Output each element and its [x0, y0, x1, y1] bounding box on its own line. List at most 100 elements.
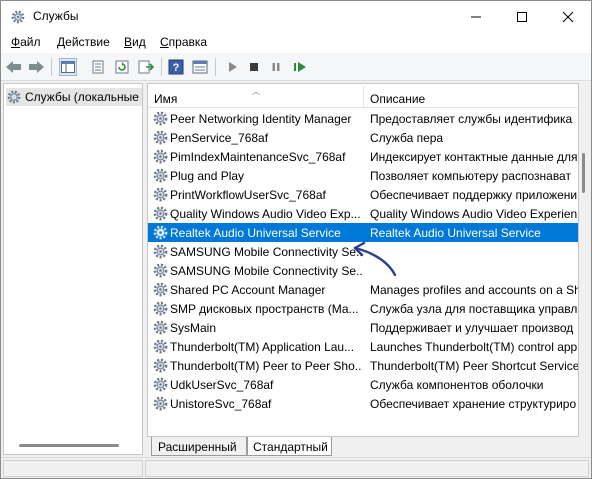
- service-name: Thunderbolt(TM) Peer to Peer Sho...: [170, 359, 362, 373]
- close-icon: [562, 11, 574, 22]
- back-icon: [6, 61, 21, 73]
- pause-service-button[interactable]: [267, 58, 285, 76]
- services-window: Службы Файл Действие Вид Справка ? Служб…: [0, 0, 592, 479]
- tab-standard[interactable]: Стандартный: [247, 437, 332, 456]
- service-name: SAMSUNG Mobile Connectivity Se...: [170, 245, 362, 259]
- help-button[interactable]: ?: [167, 58, 185, 76]
- status-cell: [145, 460, 589, 477]
- window-title: Службы: [33, 9, 79, 23]
- table-row[interactable]: Thunderbolt(TM) Peer to Peer Sho... Thund…: [148, 356, 579, 375]
- start-service-button[interactable]: [223, 58, 241, 76]
- service-gear-icon: [153, 168, 168, 183]
- service-gear-icon: [153, 130, 168, 145]
- service-gear-icon: [153, 339, 168, 354]
- show-tree-button[interactable]: [59, 58, 77, 76]
- refresh-icon: [115, 60, 129, 74]
- menu-file[interactable]: Файл: [11, 35, 41, 49]
- table-row[interactable]: PenService_768af Служба пера: [148, 128, 578, 147]
- menu-bar: Файл Действие Вид Справка: [1, 32, 591, 53]
- service-description: Launches Thunderbolt(TM) control app: [370, 340, 578, 354]
- gear-icon: [7, 90, 21, 104]
- restart-icon: [294, 62, 306, 72]
- toolbar: ?: [1, 53, 591, 81]
- service-name: SAMSUNG Mobile Connectivity Se...: [170, 264, 362, 278]
- export-list-icon: [92, 60, 104, 74]
- tree-scrollbar[interactable]: [19, 444, 119, 447]
- table-row[interactable]: Peer Networking Identity Manager Предоста…: [148, 109, 578, 128]
- minimize-button[interactable]: [453, 1, 499, 32]
- tab-extended[interactable]: Расширенный: [151, 437, 247, 456]
- list-header: ︿ Имя Описание: [148, 84, 578, 108]
- table-row[interactable]: Thunderbolt(TM) Application Lau... Launch…: [148, 337, 578, 356]
- table-row[interactable]: PrintWorkflowUserSvc_768af Обеспечивает п…: [148, 185, 578, 204]
- service-description: Индексирует контактные данные для: [370, 150, 578, 164]
- table-row[interactable]: Shared PC Account Manager Manages profile…: [148, 280, 579, 299]
- refresh-button[interactable]: [113, 58, 131, 76]
- service-name: UnistoreSvc_768af: [170, 397, 272, 411]
- menu-view[interactable]: Вид: [124, 35, 146, 49]
- service-name: Thunderbolt(TM) Application Lau...: [170, 340, 355, 354]
- start-icon: [229, 62, 237, 72]
- table-row[interactable]: PimIndexMaintenanceSvc_768af Индексирует …: [148, 147, 578, 166]
- toolbar-separator: [215, 58, 216, 76]
- minimize-icon: [471, 16, 481, 17]
- forward-icon: [29, 61, 44, 73]
- back-button[interactable]: [5, 58, 23, 76]
- service-description: Quality Windows Audio Video Experien: [370, 207, 578, 221]
- service-gear-icon: [153, 358, 168, 373]
- tree-item-label: Службы (локальные: [25, 90, 139, 104]
- service-description: Позволяет компьютеру распознават: [370, 169, 571, 183]
- service-name: Quality Windows Audio Video Exp...: [170, 207, 361, 221]
- list-vertical-scrollbar[interactable]: [579, 83, 589, 437]
- service-description: Служба узла для поставщика управл: [370, 302, 578, 316]
- view-tabs: Расширенный Стандартный: [147, 437, 579, 457]
- menu-action[interactable]: Действие: [57, 35, 110, 49]
- column-header-name[interactable]: Имя: [154, 92, 177, 106]
- service-description: Manages profiles and accounts on a Sh: [370, 283, 579, 297]
- service-gear-icon: [153, 187, 168, 202]
- properties-button[interactable]: [191, 58, 209, 76]
- maximize-icon: [517, 11, 527, 22]
- export-list-button[interactable]: [89, 58, 107, 76]
- tree-item-services-local[interactable]: Службы (локальные: [6, 88, 142, 106]
- service-gear-icon: [153, 225, 168, 240]
- service-description: Thunderbolt(TM) Peer Shortcut Service: [370, 359, 579, 373]
- scrollbar-thumb[interactable]: [582, 153, 585, 193]
- service-description: Предоставляет службы идентифика: [370, 112, 573, 126]
- service-description: Обеспечивает хранение структуриро: [370, 397, 577, 411]
- annotation-arrow-icon: [353, 241, 397, 277]
- column-divider[interactable]: [363, 86, 364, 108]
- help-icon: ?: [168, 59, 184, 75]
- service-gear-icon: [153, 282, 168, 297]
- service-name: Plug and Play: [170, 169, 245, 183]
- service-name: SMP дисковых пространств (Ма...: [170, 302, 359, 316]
- export-button[interactable]: [137, 58, 155, 76]
- menu-help[interactable]: Справка: [160, 35, 207, 49]
- table-row[interactable]: SysMain Поддерживает и улучшает производ: [148, 318, 578, 337]
- title-bar: Службы: [1, 1, 591, 32]
- close-button[interactable]: [545, 1, 591, 32]
- tree-pane: Службы (локальные: [3, 83, 143, 455]
- maximize-button[interactable]: [499, 1, 545, 32]
- service-name: PrintWorkflowUserSvc_768af: [170, 188, 326, 202]
- service-name: PenService_768af: [170, 131, 269, 145]
- stop-icon: [250, 63, 258, 71]
- table-row[interactable]: Plug and Play Позволяет компьютеру распоз…: [148, 166, 578, 185]
- svg-text:?: ?: [173, 62, 180, 74]
- properties-icon: [192, 60, 208, 74]
- table-row[interactable]: Quality Windows Audio Video Exp... Qualit…: [148, 204, 578, 223]
- service-gear-icon: [153, 244, 168, 259]
- table-row[interactable]: UnistoreSvc_768af Обеспечивает хранение с…: [148, 394, 578, 413]
- table-row[interactable]: SMP дисковых пространств (Ма... Служба уз…: [148, 299, 578, 318]
- forward-button[interactable]: [27, 58, 45, 76]
- service-name: Realtek Audio Universal Service: [170, 226, 341, 240]
- table-row[interactable]: UdkUserSvc_768af Служба компонентов оболо…: [148, 375, 578, 394]
- column-header-description[interactable]: Описание: [370, 92, 425, 106]
- sort-ascending-icon: ︿: [252, 87, 260, 96]
- stop-service-button[interactable]: [245, 58, 263, 76]
- service-gear-icon: [153, 206, 168, 221]
- toolbar-separator: [51, 58, 52, 76]
- gear-icon: [11, 10, 25, 24]
- restart-service-button[interactable]: [291, 58, 309, 76]
- pause-icon: [272, 63, 280, 71]
